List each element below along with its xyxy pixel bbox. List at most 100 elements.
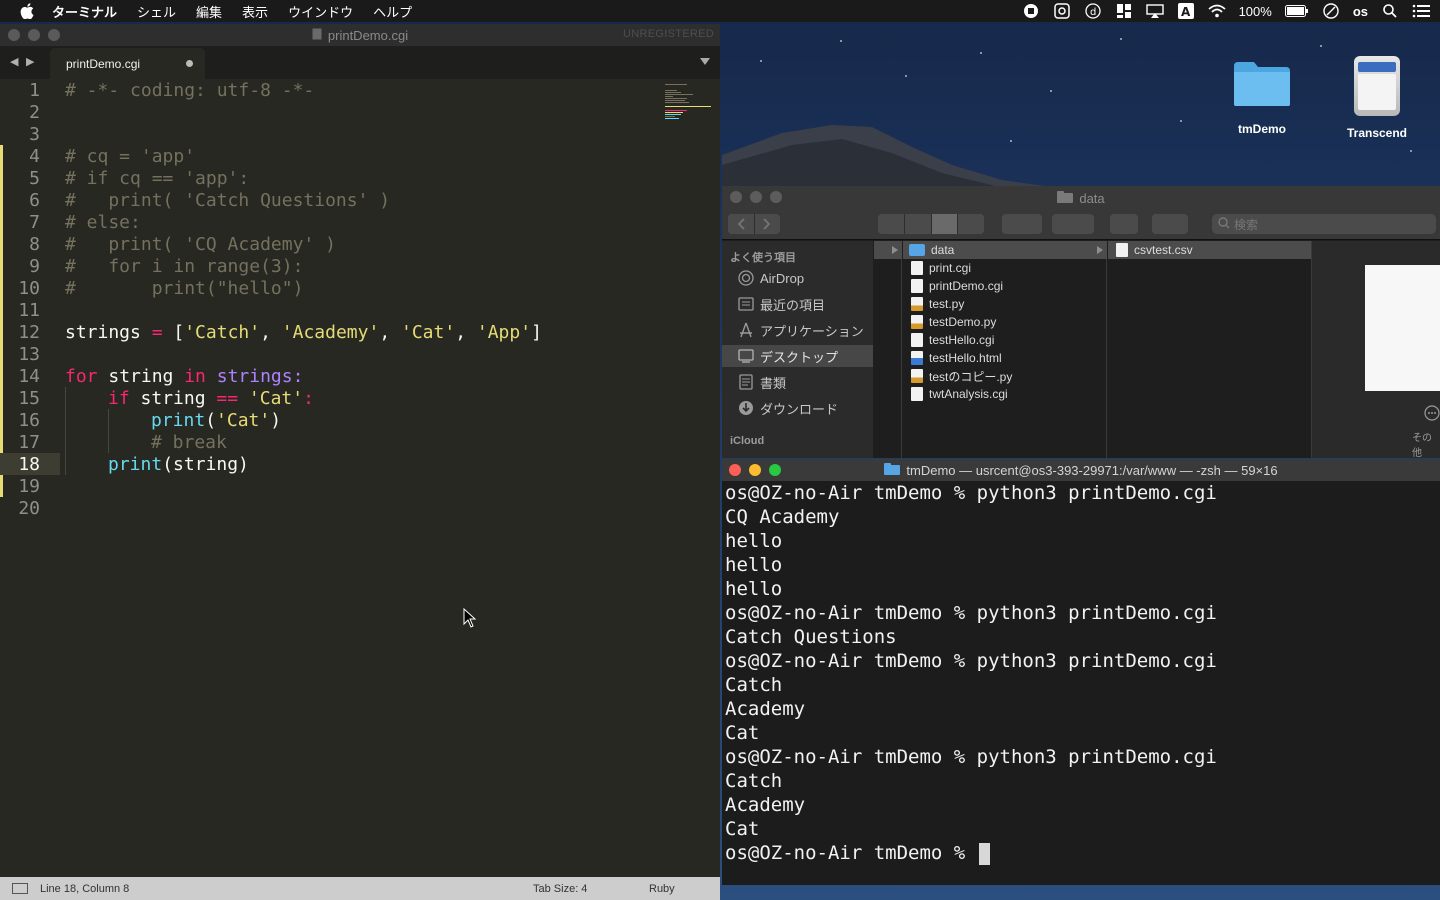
- terminal-line: Cat: [725, 722, 760, 744]
- list-item[interactable]: [874, 241, 902, 259]
- record-icon[interactable]: [1022, 3, 1040, 19]
- wifi-icon[interactable]: [1207, 3, 1226, 19]
- syntax-mode[interactable]: Ruby: [649, 883, 675, 895]
- terminal-output[interactable]: os@OZ-no-Air tmDemo % python3 printDemo.…: [725, 481, 1437, 885]
- terminal-line: Cat: [725, 818, 760, 840]
- menu-help[interactable]: ヘルプ: [373, 2, 412, 21]
- minimize-button[interactable]: [749, 464, 761, 476]
- drive-icon: [1354, 56, 1400, 116]
- close-button[interactable]: [8, 29, 20, 41]
- user-name[interactable]: os: [1353, 4, 1368, 19]
- menu-shell[interactable]: シェル: [137, 2, 176, 21]
- finder-titlebar[interactable]: data: [722, 186, 1440, 210]
- code-line: 7 # else:: [29, 211, 141, 233]
- back-forward-buttons[interactable]: [728, 214, 780, 234]
- sidebar-item-applications[interactable]: アプリケーション: [722, 319, 873, 341]
- code-line: 13: [18, 343, 40, 365]
- menu-view[interactable]: 表示: [242, 2, 268, 21]
- view-mode-buttons[interactable]: [878, 214, 984, 234]
- tab-nav-arrows-icon[interactable]: ◀ ▶: [10, 55, 36, 68]
- list-item[interactable]: printDemo.cgi: [903, 277, 1003, 295]
- indent-guide: [65, 387, 66, 475]
- sidebar-item-documents[interactable]: 書類: [722, 371, 873, 393]
- close-button[interactable]: [730, 191, 742, 203]
- share-icon[interactable]: [1110, 214, 1138, 234]
- clock-icon[interactable]: [1322, 3, 1340, 19]
- list-icon[interactable]: [1412, 3, 1430, 19]
- icon-view-icon[interactable]: [878, 214, 905, 234]
- tab-printdemo[interactable]: printDemo.cgi: [50, 48, 205, 79]
- back-icon[interactable]: [728, 214, 755, 234]
- sidebar-item-downloads[interactable]: ダウンロード: [722, 397, 873, 419]
- group-icon[interactable]: [1002, 214, 1042, 234]
- indent-guide: [108, 409, 109, 453]
- apple-icon[interactable]: [20, 0, 38, 22]
- folder-title-icon: [1057, 190, 1074, 206]
- column-view-icon[interactable]: [931, 214, 959, 234]
- sidebar-item-airdrop[interactable]: AirDrop: [722, 267, 873, 289]
- finder-column-data[interactable]: csvtest.csv: [1108, 241, 1312, 458]
- terminal-prompt-line[interactable]: os@OZ-no-Air tmDemo %: [725, 841, 1437, 865]
- code-line: 2: [29, 101, 40, 123]
- list-item[interactable]: test.py: [903, 295, 964, 313]
- more-icon[interactable]: [1424, 405, 1440, 425]
- editor-titlebar[interactable]: printDemo.cgi UNREGISTERED: [0, 24, 720, 46]
- sidebar-item-desktop[interactable]: デスクトップ: [722, 345, 873, 367]
- search-icon[interactable]: [1381, 3, 1399, 19]
- forward-icon[interactable]: [755, 214, 781, 234]
- gear-icon[interactable]: [1052, 214, 1094, 234]
- code-line: 4 # cq = 'app': [29, 145, 196, 167]
- battery-icon[interactable]: [1284, 3, 1309, 19]
- search-input[interactable]: 検索: [1212, 214, 1436, 234]
- list-item[interactable]: testのコピー.py: [903, 367, 1012, 385]
- list-item[interactable]: csvtest.csv: [1108, 241, 1311, 259]
- list-item[interactable]: testDemo.py: [903, 313, 996, 331]
- terminal-titlebar[interactable]: tmDemo — usrcent@os3-393-29971:/var/www …: [722, 459, 1440, 481]
- code-line: 17 # break: [18, 431, 227, 453]
- list-item[interactable]: testHello.cgi: [903, 331, 994, 349]
- cursor-position[interactable]: Line 18, Column 8: [40, 883, 129, 895]
- zoom-button[interactable]: [48, 29, 60, 41]
- terminal-line: os@OZ-no-Air tmDemo % python3 printDemo.…: [725, 482, 1217, 504]
- finder-column-files[interactable]: data print.cgi printDemo.cgi test.py tes…: [903, 241, 1107, 458]
- tag-icon[interactable]: [1152, 214, 1188, 234]
- file-icon: [1116, 243, 1128, 257]
- zoom-button[interactable]: [769, 464, 781, 476]
- gallery-view-icon[interactable]: [958, 214, 984, 234]
- list-item[interactable]: print.cgi: [903, 259, 971, 277]
- code-area[interactable]: 1 # -*- coding: utf-8 -*- 2 3 4 # cq = 'ap…: [0, 79, 720, 877]
- dictionary-icon[interactable]: d: [1084, 3, 1102, 19]
- finder-column-parent[interactable]: [874, 241, 902, 458]
- close-button[interactable]: [729, 464, 741, 476]
- panel-toggle-icon[interactable]: [12, 883, 28, 894]
- menu-app-name[interactable]: ターミナル: [52, 2, 117, 21]
- folder-icon: [909, 244, 925, 256]
- sidebar-heading-icloud: iCloud: [730, 435, 765, 447]
- menu-window[interactable]: ウインドウ: [288, 2, 353, 21]
- documents-icon: [738, 374, 754, 390]
- list-item[interactable]: data: [903, 241, 1107, 259]
- minimap[interactable]: [665, 82, 711, 138]
- camera-icon[interactable]: [1053, 3, 1071, 19]
- search-placeholder: 検索: [1234, 217, 1259, 232]
- desktop-icon-tmdemo[interactable]: tmDemo: [1226, 58, 1298, 136]
- sidebar-item-recents[interactable]: 最近の項目: [722, 293, 873, 315]
- menu-edit[interactable]: 編集: [196, 2, 222, 21]
- list-item[interactable]: testHello.html: [903, 349, 1002, 367]
- list-item[interactable]: twtAnalysis.cgi: [903, 385, 1008, 403]
- minimize-button[interactable]: [28, 29, 40, 41]
- desktop-icon-transcend[interactable]: Transcend: [1336, 56, 1418, 140]
- grid-icon[interactable]: [1115, 3, 1133, 19]
- tab-dropdown-icon[interactable]: [700, 58, 710, 65]
- terminal-line: hello: [725, 530, 783, 552]
- svg-text:A: A: [1181, 5, 1191, 19]
- tab-size[interactable]: Tab Size: 4: [533, 883, 587, 895]
- code-line: 10 # print("hello"): [18, 277, 304, 299]
- zoom-button[interactable]: [770, 191, 782, 203]
- input-a-icon[interactable]: A: [1177, 3, 1195, 19]
- code-line: 11: [18, 299, 40, 321]
- unsaved-dot-icon[interactable]: [186, 60, 193, 67]
- list-view-icon[interactable]: [905, 214, 932, 234]
- airplay-icon[interactable]: [1145, 3, 1164, 19]
- minimize-button[interactable]: [750, 191, 762, 203]
